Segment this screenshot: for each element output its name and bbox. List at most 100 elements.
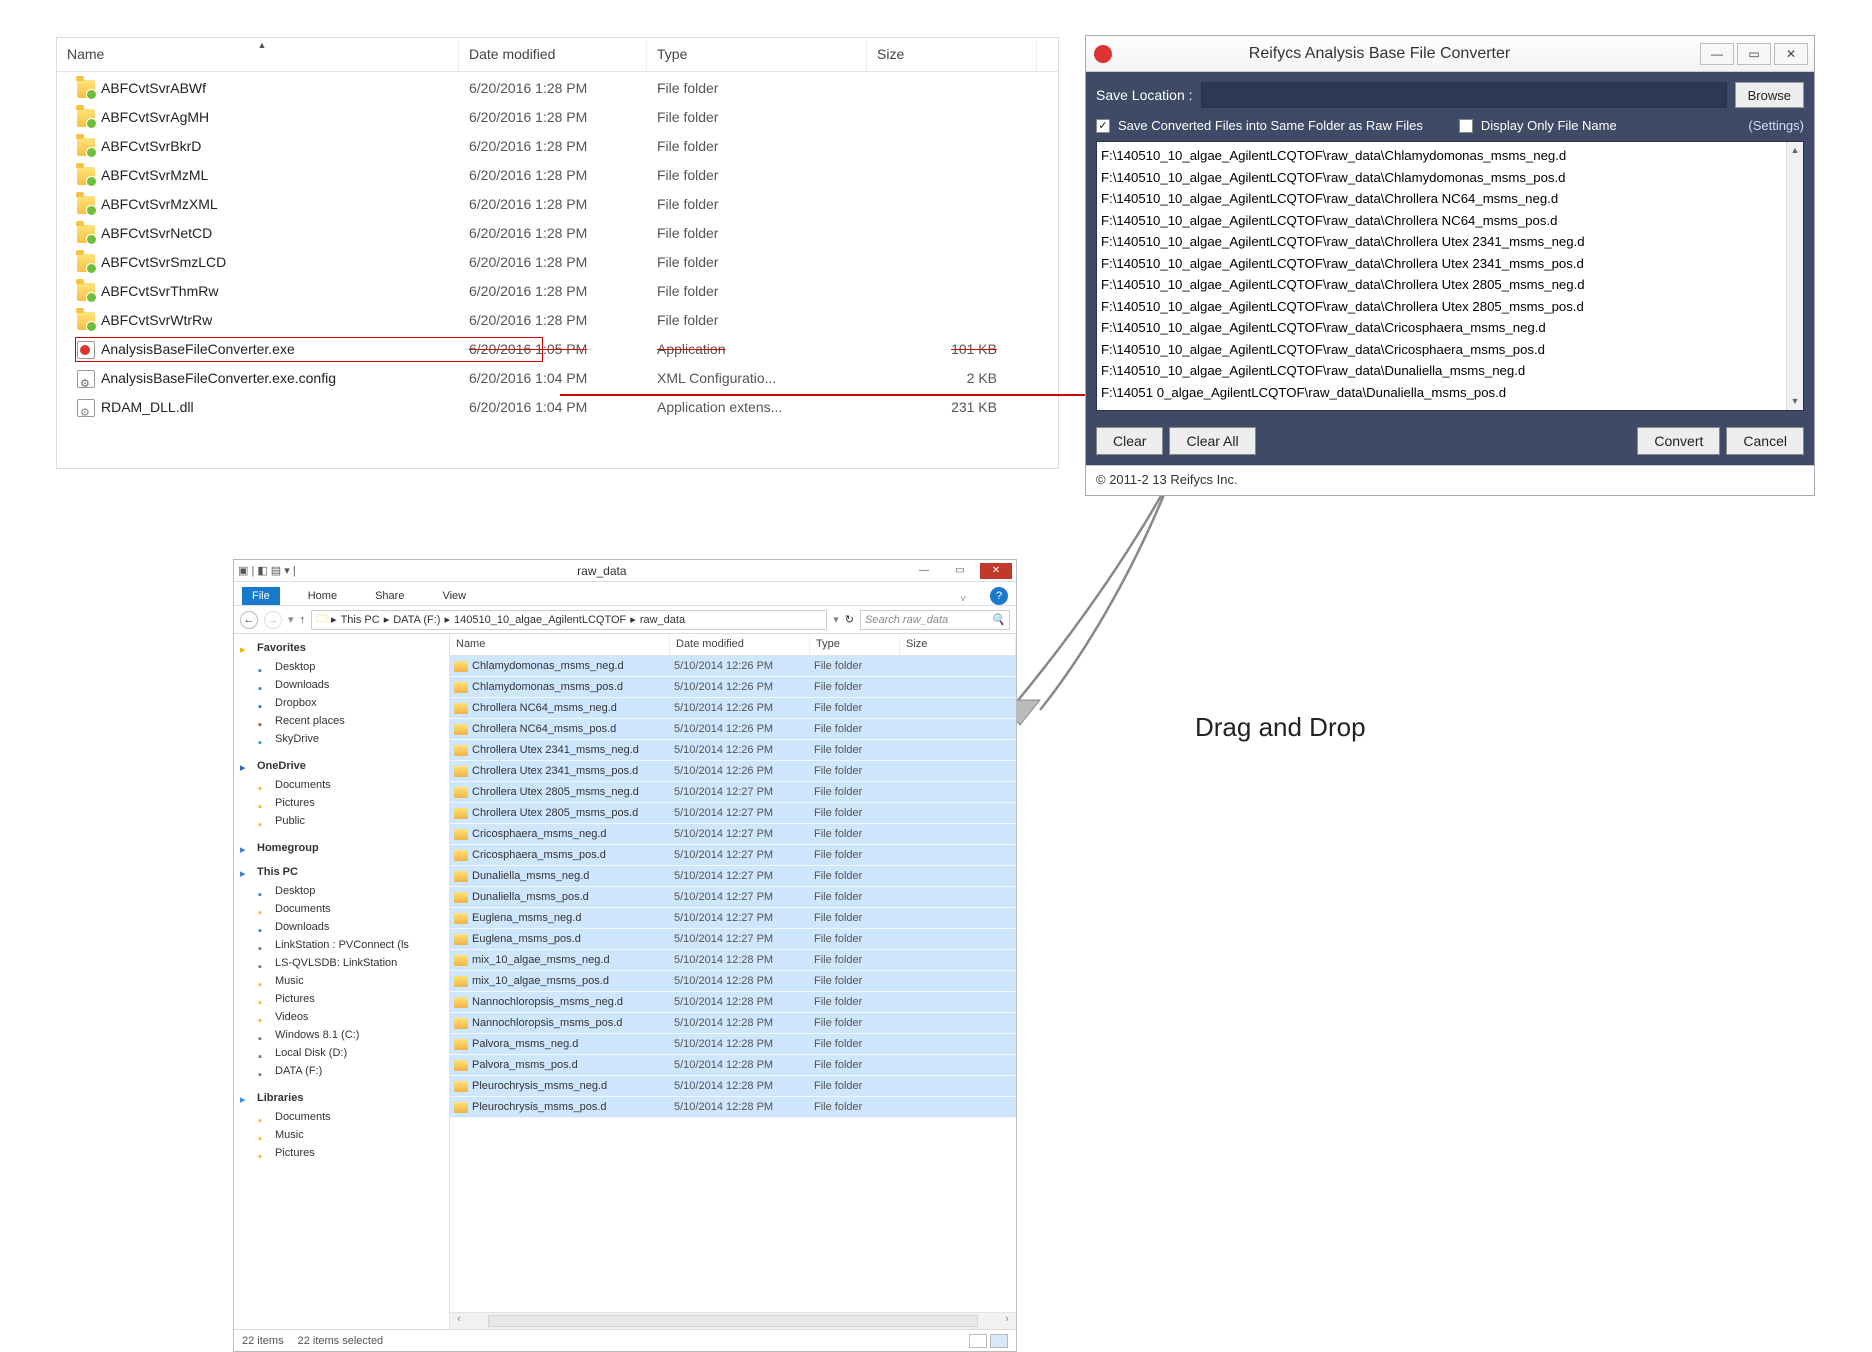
explorer-row[interactable]: Chrollera Utex 2341_msms_pos.d 5/10/2014… — [450, 761, 1016, 782]
nav-history[interactable]: ▾ — [288, 613, 294, 626]
file-drop-list[interactable]: F:\140510_10_algae_AgilentLCQTOF\raw_dat… — [1096, 141, 1804, 411]
refresh-icon[interactable]: ↻ — [845, 613, 854, 626]
col-type[interactable]: Type — [810, 634, 900, 655]
col-name[interactable]: Name▲ — [57, 38, 459, 71]
sidebar-item[interactable]: ▪Recent places — [258, 712, 443, 730]
sidebar-group[interactable]: ▸This PC — [240, 866, 443, 878]
file-row[interactable]: AnalysisBaseFileConverter.exe 6/20/2016 … — [57, 335, 1058, 364]
file-row[interactable]: ABFCvtSvrBkrD 6/20/2016 1:28 PM File fol… — [57, 132, 1058, 161]
file-row[interactable]: ABFCvtSvrAgMH 6/20/2016 1:28 PM File fol… — [57, 103, 1058, 132]
explorer-row[interactable]: mix_10_algae_msms_pos.d 5/10/2014 12:28 … — [450, 971, 1016, 992]
explorer-row[interactable]: mix_10_algae_msms_neg.d 5/10/2014 12:28 … — [450, 950, 1016, 971]
explorer-row[interactable]: Palvora_msms_pos.d 5/10/2014 12:28 PM Fi… — [450, 1055, 1016, 1076]
convert-button[interactable]: Convert — [1637, 427, 1720, 455]
sidebar-item[interactable]: ▪Pictures — [258, 1144, 443, 1162]
display-filename-checkbox[interactable] — [1459, 119, 1473, 133]
explorer-row[interactable]: Pleurochrysis_msms_neg.d 5/10/2014 12:28… — [450, 1076, 1016, 1097]
sidebar-item[interactable]: ▪Desktop — [258, 882, 443, 900]
sidebar-item[interactable]: ▪Documents — [258, 900, 443, 918]
explorer-row[interactable]: Chrollera Utex 2805_msms_pos.d 5/10/2014… — [450, 803, 1016, 824]
nav-up[interactable]: ↑ — [300, 614, 306, 626]
file-row[interactable]: ABFCvtSvrSmzLCD 6/20/2016 1:28 PM File f… — [57, 248, 1058, 277]
col-size[interactable]: Size — [900, 634, 1016, 655]
file-row[interactable]: AnalysisBaseFileConverter.exe.config 6/2… — [57, 364, 1058, 393]
explorer-row[interactable]: Palvora_msms_neg.d 5/10/2014 12:28 PM Fi… — [450, 1034, 1016, 1055]
tab-file[interactable]: File — [242, 587, 280, 605]
explorer-row[interactable]: Euglena_msms_neg.d 5/10/2014 12:27 PM Fi… — [450, 908, 1016, 929]
col-name[interactable]: Name — [450, 634, 670, 655]
file-row[interactable]: ABFCvtSvrNetCD 6/20/2016 1:28 PM File fo… — [57, 219, 1058, 248]
explorer-row[interactable]: Pleurochrysis_msms_pos.d 5/10/2014 12:28… — [450, 1097, 1016, 1118]
explorer-row[interactable]: Dunaliella_msms_pos.d 5/10/2014 12:27 PM… — [450, 887, 1016, 908]
explorer-row[interactable]: Nannochloropsis_msms_neg.d 5/10/2014 12:… — [450, 992, 1016, 1013]
drop-list-item[interactable]: F:\14051 0_algae_AgilentLCQTOF\raw_data\… — [1101, 382, 1801, 404]
dialog-titlebar[interactable]: Reifycs Analysis Base File Converter — ▭… — [1086, 36, 1814, 72]
tab-home[interactable]: Home — [298, 587, 347, 605]
explorer-row[interactable]: Euglena_msms_pos.d 5/10/2014 12:27 PM Fi… — [450, 929, 1016, 950]
scrollbar[interactable]: ▲▼ — [1786, 142, 1803, 410]
explorer-row[interactable]: Cricosphaera_msms_pos.d 5/10/2014 12:27 … — [450, 845, 1016, 866]
win-minimize[interactable]: — — [908, 563, 940, 579]
settings-link[interactable]: (Settings) — [1748, 118, 1804, 133]
crumb-part[interactable]: DATA (F:) — [393, 614, 440, 626]
tab-share[interactable]: Share — [365, 587, 414, 605]
sidebar-item[interactable]: ▪Public — [258, 812, 443, 830]
explorer-row[interactable]: Cricosphaera_msms_neg.d 5/10/2014 12:27 … — [450, 824, 1016, 845]
drop-list-item[interactable]: F:\140510_10_algae_AgilentLCQTOF\raw_dat… — [1101, 210, 1801, 232]
minimize-button[interactable]: — — [1700, 43, 1734, 65]
clear-all-button[interactable]: Clear All — [1169, 427, 1255, 455]
sidebar-item[interactable]: ▪LinkStation : PVConnect (ls — [258, 936, 443, 954]
tab-view[interactable]: View — [432, 587, 476, 605]
file-row[interactable]: ABFCvtSvrWtrRw 6/20/2016 1:28 PM File fo… — [57, 306, 1058, 335]
win-close[interactable]: ✕ — [980, 563, 1012, 579]
view-switcher[interactable] — [969, 1334, 1008, 1348]
sidebar-item[interactable]: ▪Documents — [258, 776, 443, 794]
sidebar-item[interactable]: ▪DATA (F:) — [258, 1062, 443, 1080]
ribbon-chevron[interactable]: ˅ — [960, 594, 966, 605]
sidebar-group[interactable]: ▸Homegroup — [240, 842, 443, 854]
breadcrumb[interactable]: 🗀 ▸ This PC ▸ DATA (F:) ▸ 140510_10_alga… — [311, 610, 827, 630]
sidebar-item[interactable]: ▪SkyDrive — [258, 730, 443, 748]
sidebar-item[interactable]: ▪Music — [258, 972, 443, 990]
help-icon[interactable]: ? — [990, 587, 1008, 605]
file-row[interactable]: ABFCvtSvrMzML 6/20/2016 1:28 PM File fol… — [57, 161, 1058, 190]
cancel-button[interactable]: Cancel — [1726, 427, 1804, 455]
drop-list-item[interactable]: F:\140510_10_algae_AgilentLCQTOF\raw_dat… — [1101, 339, 1801, 361]
explorer-row[interactable]: Chrollera Utex 2341_msms_neg.d 5/10/2014… — [450, 740, 1016, 761]
sidebar-item[interactable]: ▪Pictures — [258, 794, 443, 812]
maximize-button[interactable]: ▭ — [1737, 43, 1771, 65]
sidebar-group[interactable]: ▸Libraries — [240, 1092, 443, 1104]
crumb-part[interactable]: This PC — [341, 614, 380, 626]
crumb-part[interactable]: raw_data — [640, 614, 685, 626]
sidebar-item[interactable]: ▪Desktop — [258, 658, 443, 676]
drop-list-item[interactable]: F:\140510_10_algae_AgilentLCQTOF\raw_dat… — [1101, 188, 1801, 210]
sidebar-item[interactable]: ▪Dropbox — [258, 694, 443, 712]
sidebar-item[interactable]: ▪LS-QVLSDB: LinkStation — [258, 954, 443, 972]
drop-list-item[interactable]: F:\140510_10_algae_AgilentLCQTOF\raw_dat… — [1101, 360, 1801, 382]
drop-list-item[interactable]: F:\140510_10_algae_AgilentLCQTOF\raw_dat… — [1101, 167, 1801, 189]
sidebar-item[interactable]: ▪Local Disk (D:) — [258, 1044, 443, 1062]
sidebar-item[interactable]: ▪Music — [258, 1126, 443, 1144]
win-maximize[interactable]: ▭ — [944, 563, 976, 579]
explorer-row[interactable]: Chrollera Utex 2805_msms_neg.d 5/10/2014… — [450, 782, 1016, 803]
file-row[interactable]: ABFCvtSvrThmRw 6/20/2016 1:28 PM File fo… — [57, 277, 1058, 306]
close-button[interactable]: ✕ — [1774, 43, 1808, 65]
explorer-row[interactable]: Chrollera NC64_msms_neg.d 5/10/2014 12:2… — [450, 698, 1016, 719]
save-location-input[interactable] — [1201, 82, 1727, 108]
search-box[interactable]: Search raw_data🔍 — [860, 610, 1010, 630]
h-scrollbar[interactable]: ‹› — [450, 1312, 1016, 1329]
sidebar-item[interactable]: ▪Downloads — [258, 918, 443, 936]
file-row[interactable]: ABFCvtSvrABWf 6/20/2016 1:28 PM File fol… — [57, 74, 1058, 103]
sidebar-group[interactable]: ▸OneDrive — [240, 760, 443, 772]
explorer-row[interactable]: Chlamydomonas_msms_pos.d 5/10/2014 12:26… — [450, 677, 1016, 698]
file-row[interactable]: RDAM_DLL.dll 6/20/2016 1:04 PM Applicati… — [57, 393, 1058, 422]
col-date[interactable]: Date modified — [670, 634, 810, 655]
clear-button[interactable]: Clear — [1096, 427, 1163, 455]
qat-icons[interactable]: ▣ | ◧ ▤ ▾ | — [238, 564, 296, 577]
explorer-row[interactable]: Nannochloropsis_msms_pos.d 5/10/2014 12:… — [450, 1013, 1016, 1034]
drop-list-item[interactable]: F:\140510_10_algae_AgilentLCQTOF\raw_dat… — [1101, 253, 1801, 275]
explorer-row[interactable]: Dunaliella_msms_neg.d 5/10/2014 12:27 PM… — [450, 866, 1016, 887]
sidebar-item[interactable]: ▪Videos — [258, 1008, 443, 1026]
nav-back[interactable]: ← — [240, 611, 258, 629]
file-row[interactable]: ABFCvtSvrMzXML 6/20/2016 1:28 PM File fo… — [57, 190, 1058, 219]
